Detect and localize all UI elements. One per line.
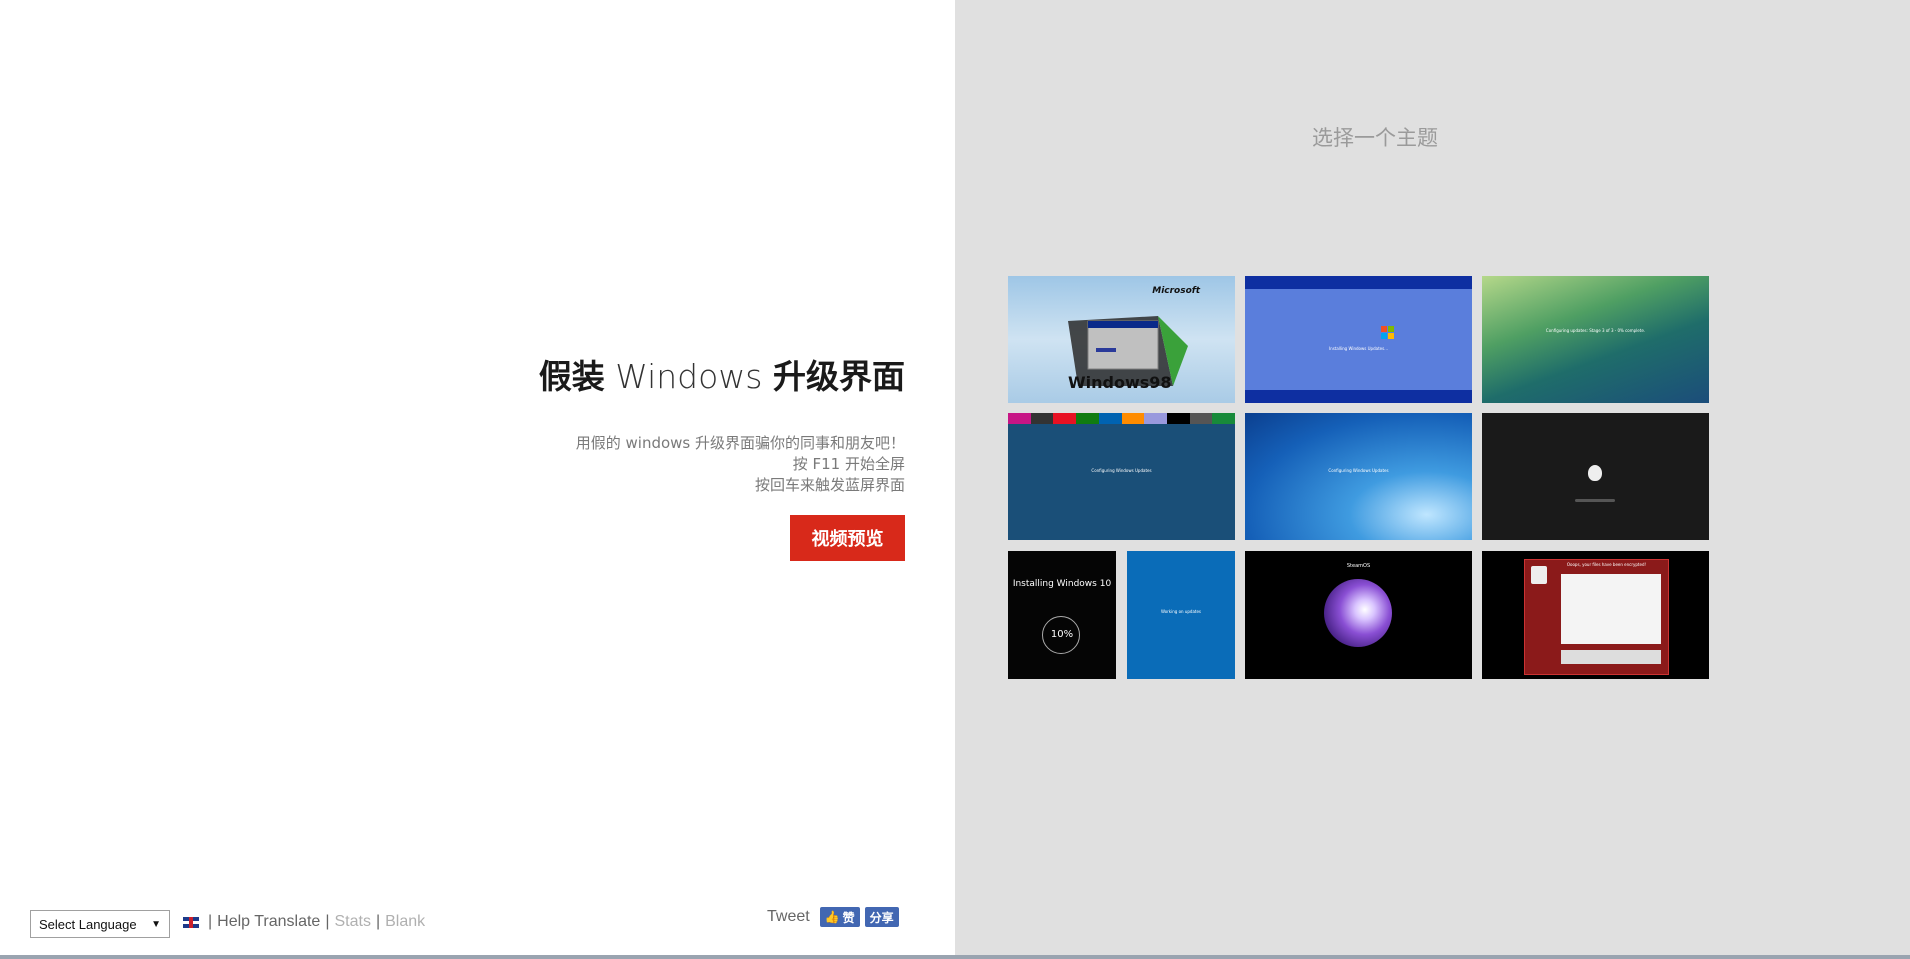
xp-status-text: Installing Windows Updates... [1328,346,1388,351]
separator: | [325,913,330,930]
ransomware-window: Ooops, your files have been encrypted! [1524,559,1669,675]
page-title: 假装 Windows 升级界面 [539,350,905,398]
win8-status-text: Configuring Windows Updates [1091,468,1152,473]
lock-icon [1531,566,1547,584]
vista-status-text: Configuring updates: Stage 3 of 3 - 0% c… [1545,328,1646,333]
theme-windows-vista[interactable]: Configuring updates: Stage 3 of 3 - 0% c… [1482,276,1709,403]
theme-title: 选择一个主题 [1312,126,1438,150]
theme-windows-10-blue[interactable]: Working on updates [1127,551,1235,679]
stats-link[interactable]: Stats [334,913,370,931]
win10-title: Installing Windows 10 [1012,579,1112,589]
footer-links: | Help Translate | Stats | Blank [183,913,425,931]
theme-windows-8[interactable]: Configuring Windows Updates [1008,413,1235,540]
apple-icon [1588,465,1602,481]
windows-logo-icon [1381,326,1395,340]
taskbar-edge [0,955,1910,959]
theme-windows-10[interactable]: Installing Windows 10 10% [1008,551,1116,679]
progress-bar [1575,499,1615,502]
win8-color-bar [1008,413,1235,424]
facebook-like-button[interactable]: 👍 赞 [819,907,860,927]
facebook-share-button[interactable]: 分享 [864,907,899,927]
steam-logo-icon [1324,579,1392,647]
separator: | [375,913,381,930]
page: 假装 Windows 升级界面 用假的 windows 升级界面骗你的同事和朋友… [0,0,1910,959]
ransomware-heading: Ooops, your files have been encrypted! [1566,562,1647,567]
win7-status-text: Configuring Windows Updates [1328,468,1389,473]
language-select[interactable]: Select Language ▼ [30,910,170,938]
description-line-1: 用假的 windows 升级界面骗你的同事和朋友吧！ [575,434,905,452]
theme-steamos[interactable]: SteamOS [1245,551,1472,679]
theme-pane: 选择一个主题 Microsoft Windows98 Installing Wi… [955,0,1910,955]
description-line-3: 按回车来触发蓝屏界面 [754,476,905,494]
xp-top-bar [1245,276,1472,289]
win10-blue-status: Working on updates [1160,609,1202,614]
title-windows: Windows [615,357,763,396]
separator: | [208,913,213,930]
description: 用假的 windows 升级界面骗你的同事和朋友吧！ 按 F11 开始全屏 按回… [576,433,905,496]
xp-bottom-bar [1245,390,1472,403]
theme-windows-xp[interactable]: Installing Windows Updates... [1245,276,1472,403]
windows98-logo-text: Windows98 [1068,373,1172,392]
social-buttons: Tweet 👍 赞 分享 [767,907,904,927]
theme-windows-7[interactable]: Configuring Windows Updates [1245,413,1472,540]
thumbs-up-icon: 👍 [824,910,840,924]
title-part-1: 假装 [538,357,605,396]
intro-pane: 假装 Windows 升级界面 用假的 windows 升级界面骗你的同事和朋友… [0,0,955,955]
theme-ransomware[interactable]: Ooops, your files have been encrypted! [1482,551,1709,679]
uk-flag-icon[interactable] [183,916,199,928]
ransomware-payment-box [1561,650,1661,664]
title-part-2: 升级界面 [773,357,905,396]
ransomware-text-panel [1561,574,1661,644]
facebook-like-label: 赞 [842,910,855,925]
win10-percent: 10% [1050,629,1074,640]
tweet-link[interactable]: Tweet [767,908,810,926]
language-select-value: Select Language [39,916,137,932]
chevron-down-icon: ▼ [151,918,161,930]
theme-macos[interactable] [1482,413,1709,540]
video-preview-button[interactable]: 视频预览 [790,515,905,561]
steam-title-text: SteamOS [1346,563,1371,569]
description-line-2: 按 F11 开始全屏 [792,455,905,473]
theme-windows98[interactable]: Microsoft Windows98 [1008,276,1235,403]
blank-link[interactable]: Blank [385,913,425,931]
microsoft-brand: Microsoft [1152,286,1200,296]
help-translate-link[interactable]: Help Translate [217,913,320,931]
